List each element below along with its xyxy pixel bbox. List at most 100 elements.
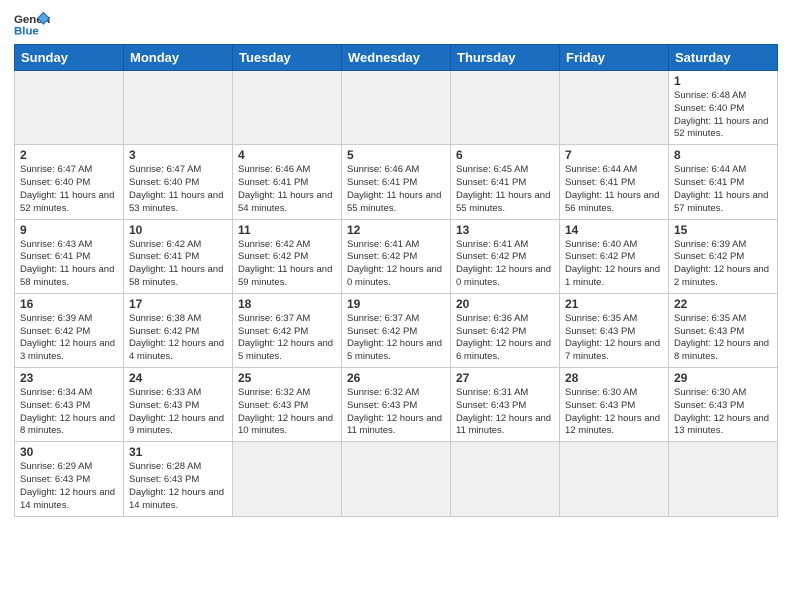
calendar-cell: 2Sunrise: 6:47 AMSunset: 6:40 PMDaylight…: [15, 145, 124, 219]
day-number: 3: [129, 148, 227, 162]
calendar-week-row: 1Sunrise: 6:48 AMSunset: 6:40 PMDaylight…: [15, 71, 778, 145]
day-number: 7: [565, 148, 663, 162]
calendar-cell: [560, 442, 669, 516]
calendar-cell: 28 Sunrise: 6:30 AMSunset: 6:43 PMDayligh…: [560, 368, 669, 442]
svg-text:Blue: Blue: [14, 26, 39, 38]
day-number: 5: [347, 148, 445, 162]
calendar-cell: 23Sunrise: 6:34 AMSunset: 6:43 PMDayligh…: [15, 368, 124, 442]
day-info: Sunrise: 6:46 AMSunset: 6:41 PMDaylight:…: [238, 164, 336, 215]
day-info: Sunrise: 6:30 AMSunset: 6:43 PMDaylight:…: [565, 387, 663, 438]
day-info: Sunrise: 6:39 AMSunset: 6:42 PMDaylight:…: [20, 313, 118, 364]
calendar-cell: 11Sunrise: 6:42 AMSunset: 6:42 PMDayligh…: [233, 219, 342, 293]
calendar-cell: [233, 442, 342, 516]
weekday-header-saturday: Saturday: [669, 45, 778, 71]
calendar-cell: [233, 71, 342, 145]
day-info: Sunrise: 6:45 AMSunset: 6:41 PMDaylight:…: [456, 164, 554, 215]
calendar-cell: 15 Sunrise: 6:39 AMSunset: 6:42 PMDayligh…: [669, 219, 778, 293]
calendar-cell: 29Sunrise: 6:30 AMSunset: 6:43 PMDayligh…: [669, 368, 778, 442]
weekday-header-row: SundayMondayTuesdayWednesdayThursdayFrid…: [15, 45, 778, 71]
day-info: Sunrise: 6:35 AMSunset: 6:43 PMDaylight:…: [565, 313, 663, 364]
day-info: Sunrise: 6:47 AMSunset: 6:40 PMDaylight:…: [20, 164, 118, 215]
day-number: 9: [20, 223, 118, 237]
day-number: 16: [20, 297, 118, 311]
day-number: 19: [347, 297, 445, 311]
day-info: Sunrise: 6:33 AMSunset: 6:43 PMDaylight:…: [129, 387, 227, 438]
calendar-cell: 6 Sunrise: 6:45 AMSunset: 6:41 PMDaylight…: [451, 145, 560, 219]
day-info: Sunrise: 6:30 AMSunset: 6:43 PMDaylight:…: [674, 387, 772, 438]
calendar-cell: 3 Sunrise: 6:47 AMSunset: 6:40 PMDaylight…: [124, 145, 233, 219]
day-info: Sunrise: 6:35 AMSunset: 6:43 PMDaylight:…: [674, 313, 772, 364]
day-number: 8: [674, 148, 772, 162]
day-info: Sunrise: 6:28 AMSunset: 6:43 PMDaylight:…: [129, 461, 227, 512]
calendar-cell: 13 Sunrise: 6:41 AMSunset: 6:42 PMDayligh…: [451, 219, 560, 293]
weekday-header-monday: Monday: [124, 45, 233, 71]
calendar-cell: 9Sunrise: 6:43 AMSunset: 6:41 PMDaylight…: [15, 219, 124, 293]
day-number: 21: [565, 297, 663, 311]
day-number: 30: [20, 445, 118, 459]
day-number: 23: [20, 371, 118, 385]
day-info: Sunrise: 6:36 AMSunset: 6:42 PMDaylight:…: [456, 313, 554, 364]
day-info: Sunrise: 6:46 AMSunset: 6:41 PMDaylight:…: [347, 164, 445, 215]
calendar-cell: 20 Sunrise: 6:36 AMSunset: 6:42 PMDayligh…: [451, 293, 560, 367]
weekday-header-sunday: Sunday: [15, 45, 124, 71]
day-info: Sunrise: 6:41 AMSunset: 6:42 PMDaylight:…: [347, 239, 445, 290]
calendar-week-row: 16 Sunrise: 6:39 AMSunset: 6:42 PMDayligh…: [15, 293, 778, 367]
day-number: 28: [565, 371, 663, 385]
calendar-cell: 27Sunrise: 6:31 AMSunset: 6:43 PMDayligh…: [451, 368, 560, 442]
day-info: Sunrise: 6:44 AMSunset: 6:41 PMDaylight:…: [565, 164, 663, 215]
day-number: 14: [565, 223, 663, 237]
day-info: Sunrise: 6:38 AMSunset: 6:42 PMDaylight:…: [129, 313, 227, 364]
calendar-cell: 24 Sunrise: 6:33 AMSunset: 6:43 PMDayligh…: [124, 368, 233, 442]
calendar-cell: 12Sunrise: 6:41 AMSunset: 6:42 PMDayligh…: [342, 219, 451, 293]
calendar-week-row: 9Sunrise: 6:43 AMSunset: 6:41 PMDaylight…: [15, 219, 778, 293]
calendar-cell: [342, 71, 451, 145]
day-info: Sunrise: 6:42 AMSunset: 6:42 PMDaylight:…: [238, 239, 336, 290]
header: General Blue: [14, 10, 778, 38]
calendar-cell: [451, 71, 560, 145]
day-number: 1: [674, 74, 772, 88]
day-number: 15: [674, 223, 772, 237]
logo: General Blue: [14, 10, 50, 38]
day-info: Sunrise: 6:47 AMSunset: 6:40 PMDaylight:…: [129, 164, 227, 215]
day-number: 27: [456, 371, 554, 385]
day-info: Sunrise: 6:39 AMSunset: 6:42 PMDaylight:…: [674, 239, 772, 290]
calendar-table: SundayMondayTuesdayWednesdayThursdayFrid…: [14, 44, 778, 517]
day-info: Sunrise: 6:32 AMSunset: 6:43 PMDaylight:…: [238, 387, 336, 438]
calendar-cell: [451, 442, 560, 516]
calendar-cell: [15, 71, 124, 145]
calendar-cell: 22Sunrise: 6:35 AMSunset: 6:43 PMDayligh…: [669, 293, 778, 367]
day-info: Sunrise: 6:42 AMSunset: 6:41 PMDaylight:…: [129, 239, 227, 290]
page: General Blue SundayMondayTuesdayWednesda…: [0, 0, 792, 612]
day-number: 24: [129, 371, 227, 385]
calendar-cell: 7 Sunrise: 6:44 AMSunset: 6:41 PMDaylight…: [560, 145, 669, 219]
calendar-cell: 5 Sunrise: 6:46 AMSunset: 6:41 PMDaylight…: [342, 145, 451, 219]
calendar-cell: 21 Sunrise: 6:35 AMSunset: 6:43 PMDayligh…: [560, 293, 669, 367]
calendar-cell: 1Sunrise: 6:48 AMSunset: 6:40 PMDaylight…: [669, 71, 778, 145]
day-number: 6: [456, 148, 554, 162]
day-number: 4: [238, 148, 336, 162]
calendar-cell: 25Sunrise: 6:32 AMSunset: 6:43 PMDayligh…: [233, 368, 342, 442]
day-info: Sunrise: 6:37 AMSunset: 6:42 PMDaylight:…: [347, 313, 445, 364]
calendar-week-row: 30Sunrise: 6:29 AMSunset: 6:43 PMDayligh…: [15, 442, 778, 516]
day-number: 13: [456, 223, 554, 237]
weekday-header-thursday: Thursday: [451, 45, 560, 71]
calendar-cell: [342, 442, 451, 516]
weekday-header-wednesday: Wednesday: [342, 45, 451, 71]
calendar-cell: 30Sunrise: 6:29 AMSunset: 6:43 PMDayligh…: [15, 442, 124, 516]
calendar-cell: 14 Sunrise: 6:40 AMSunset: 6:42 PMDayligh…: [560, 219, 669, 293]
calendar-cell: 18Sunrise: 6:37 AMSunset: 6:42 PMDayligh…: [233, 293, 342, 367]
weekday-header-friday: Friday: [560, 45, 669, 71]
calendar-cell: [124, 71, 233, 145]
calendar-cell: 10Sunrise: 6:42 AMSunset: 6:41 PMDayligh…: [124, 219, 233, 293]
calendar-cell: 17Sunrise: 6:38 AMSunset: 6:42 PMDayligh…: [124, 293, 233, 367]
day-info: Sunrise: 6:44 AMSunset: 6:41 PMDaylight:…: [674, 164, 772, 215]
calendar-cell: [560, 71, 669, 145]
day-info: Sunrise: 6:40 AMSunset: 6:42 PMDaylight:…: [565, 239, 663, 290]
day-info: Sunrise: 6:41 AMSunset: 6:42 PMDaylight:…: [456, 239, 554, 290]
calendar-cell: 19 Sunrise: 6:37 AMSunset: 6:42 PMDayligh…: [342, 293, 451, 367]
day-info: Sunrise: 6:32 AMSunset: 6:43 PMDaylight:…: [347, 387, 445, 438]
calendar-cell: 8 Sunrise: 6:44 AMSunset: 6:41 PMDaylight…: [669, 145, 778, 219]
calendar-cell: 26Sunrise: 6:32 AMSunset: 6:43 PMDayligh…: [342, 368, 451, 442]
calendar-cell: 4 Sunrise: 6:46 AMSunset: 6:41 PMDaylight…: [233, 145, 342, 219]
day-number: 20: [456, 297, 554, 311]
